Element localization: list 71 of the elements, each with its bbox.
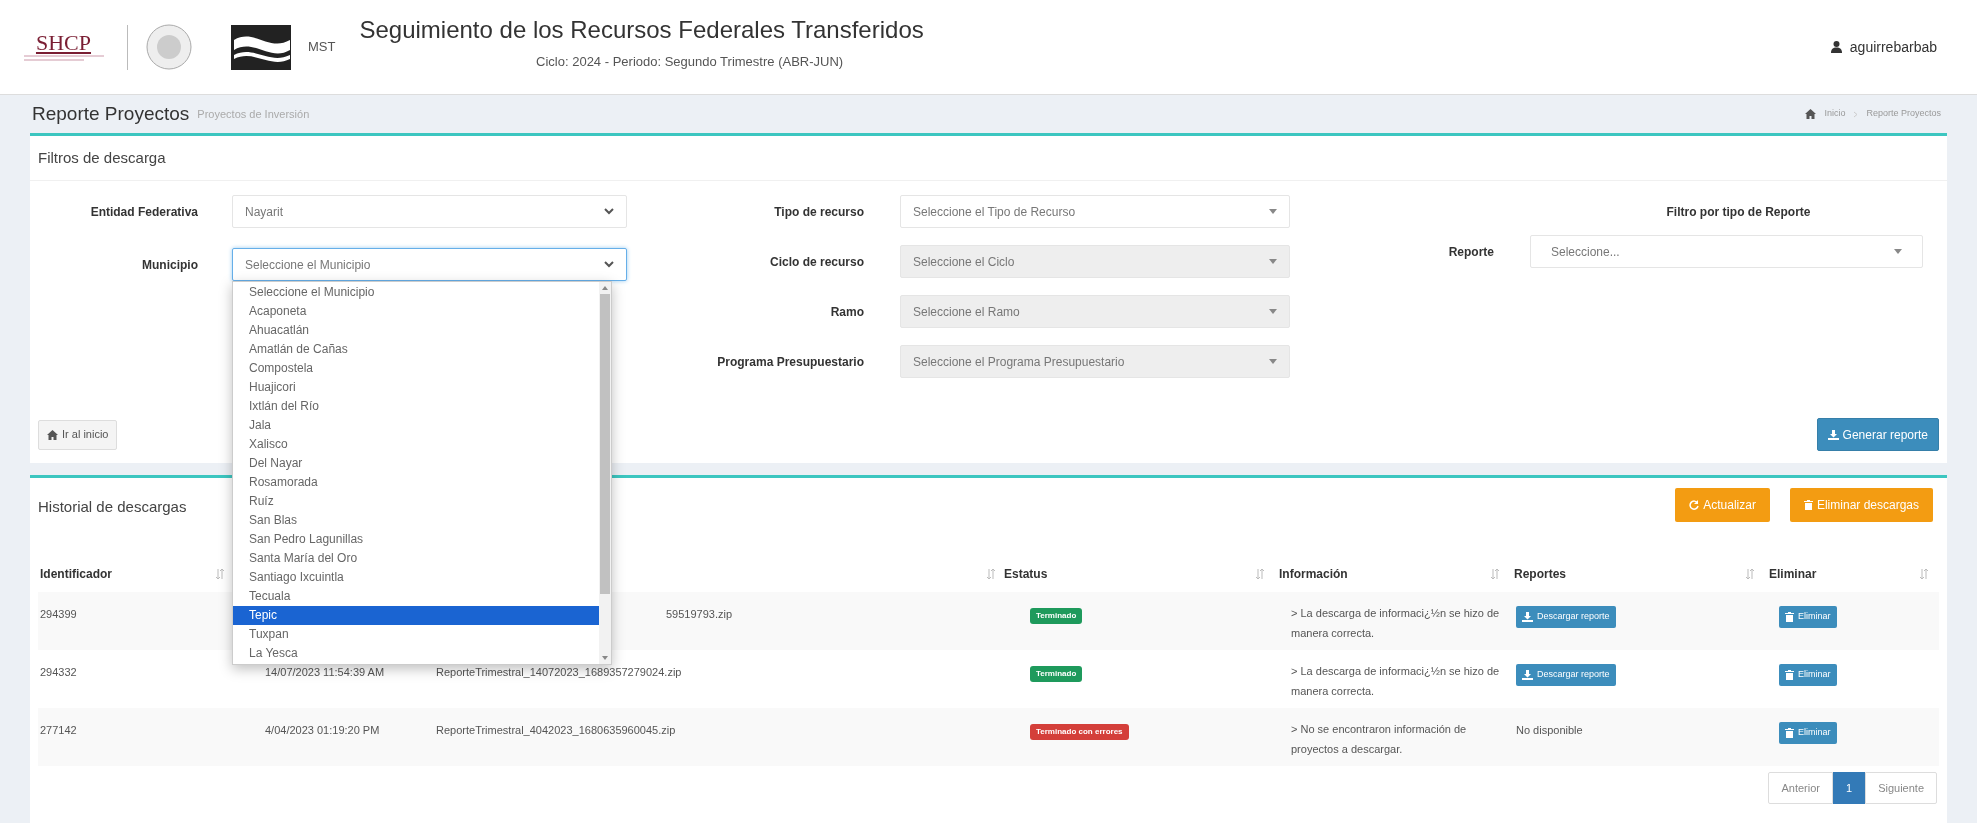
dropdown-option[interactable]: Huajicori [233, 378, 599, 397]
dropdown-option[interactable]: Tuxpan [233, 625, 599, 644]
dropdown-option[interactable]: Tepic [233, 606, 599, 625]
table-cell: ReporteTrimestral_4042023_1680635960045.zip [436, 724, 676, 736]
table-cell: 294399 [40, 608, 77, 620]
select-field[interactable]: Seleccione... [1530, 235, 1923, 268]
column-header[interactable]: Eliminar [1769, 565, 1817, 583]
dropdown-option[interactable]: Ahuacatlán [233, 321, 599, 340]
select-field[interactable]: Seleccione el Tipo de Recurso [900, 195, 1290, 228]
user-name[interactable]: aguirrebarbab [1849, 36, 1937, 58]
column-header[interactable]: Información [1279, 565, 1348, 583]
field-label: Tipo de recurso [773, 203, 865, 221]
delete-button[interactable]: Eliminar [1779, 664, 1837, 686]
column-header[interactable]: Reportes [1514, 565, 1566, 583]
dropdown-option[interactable]: Santa María del Oro [233, 549, 599, 568]
table-cell: 59519793.zip [666, 608, 733, 620]
dropdown-option[interactable]: Seleccione el Municipio [233, 283, 599, 302]
column-header[interactable]: Estatus [1004, 565, 1048, 583]
dropdown-option[interactable]: San Pedro Lagunillas [233, 530, 599, 549]
download-report-button[interactable]: Descargar reporte [1516, 606, 1616, 628]
page-subtitle: Proyectos de Inversión [197, 106, 310, 122]
brand-name: MST [308, 38, 336, 57]
dropdown-option[interactable]: Ruíz [233, 492, 599, 511]
pagination-page[interactable]: 1 [1833, 772, 1866, 804]
field-label: Entidad Federativa [89, 203, 199, 221]
dropdown-option[interactable]: Jala [233, 416, 599, 435]
dropdown-option[interactable]: Compostela [233, 359, 599, 378]
column-header[interactable]: Identificador [38, 565, 112, 583]
dropdown-option[interactable]: Del Nayar [233, 454, 599, 473]
delete-button[interactable]: Eliminar [1779, 606, 1837, 628]
table-cell-text: > La descarga de informaci¿½n se hizo de manera correcta. [1291, 664, 1501, 699]
home-button[interactable]: Ir al inicio [38, 419, 118, 450]
dropdown-option[interactable]: Santiago Ixcuintla [233, 568, 599, 587]
dropdown-option[interactable]: Amatlán de Cañas [233, 340, 599, 359]
field-label: Ramo [829, 303, 865, 321]
table-cell-text: > No se encontraron información de proyectos a descargar. [1291, 722, 1468, 757]
table-cell-text: > La descarga de informaci¿½n se hizo de manera correcta. [1291, 606, 1501, 641]
delete-button[interactable]: Eliminar [1779, 722, 1837, 744]
download-report-button[interactable]: Descargar reporte [1516, 664, 1616, 686]
filter-heading: Filtro por tipo de Reporte [1666, 204, 1811, 221]
table-cell: ReporteTrimestral_14072023_1689357279024.zip [436, 666, 682, 678]
table-cell: No disponible [1516, 724, 1583, 736]
field-label: Programa Presupuestario [716, 353, 865, 371]
pagination-next[interactable]: Siguiente [1865, 772, 1937, 804]
table-cell: 277142 [40, 724, 77, 736]
dropdown-option[interactable]: Ixtlán del Río [233, 397, 599, 416]
status-badge: Terminado con errores [1030, 724, 1129, 740]
dropdown-option[interactable]: Rosamorada [233, 473, 599, 492]
select-field[interactable]: Nayarit [232, 195, 627, 228]
table-cell: 14/07/2023 11:54:39 AM [265, 666, 385, 678]
table-cell: 4/04/2023 01:19:20 PM [265, 724, 380, 736]
pagination-previous[interactable]: Anterior [1768, 772, 1833, 804]
table-cell: 294332 [40, 666, 77, 678]
dropdown-option[interactable]: Xalisco [233, 435, 599, 454]
dropdown-option[interactable]: Tecuala [233, 587, 599, 606]
logo-text: SHCP [35, 32, 91, 54]
generate-report-button[interactable]: Generar reporte [1816, 418, 1939, 451]
field-label: Municipio [141, 256, 199, 274]
select-field[interactable]: Seleccione el Municipio [232, 248, 627, 281]
app-title: Seguimiento de los Recursos Federales Transferidos [359, 15, 924, 45]
panel-title: Filtros de descarga [38, 149, 166, 166]
dropdown-option[interactable]: San Blas [233, 511, 599, 530]
status-badge: Terminado [1030, 666, 1083, 682]
page-title: Reporte Proyectos [32, 101, 190, 126]
panel-title: Historial de descargas [38, 496, 187, 517]
dropdown-option[interactable]: Acaponeta [233, 302, 599, 321]
app-subtitle: Ciclo: 2024 - Periodo: Segundo Trimestre (ABR-JUN) [536, 53, 844, 71]
field-label: Reporte [1447, 243, 1495, 261]
dropdown-option[interactable]: La Yesca [233, 644, 599, 663]
status-badge: Terminado [1030, 608, 1083, 624]
field-label: Ciclo de recurso [768, 253, 865, 271]
